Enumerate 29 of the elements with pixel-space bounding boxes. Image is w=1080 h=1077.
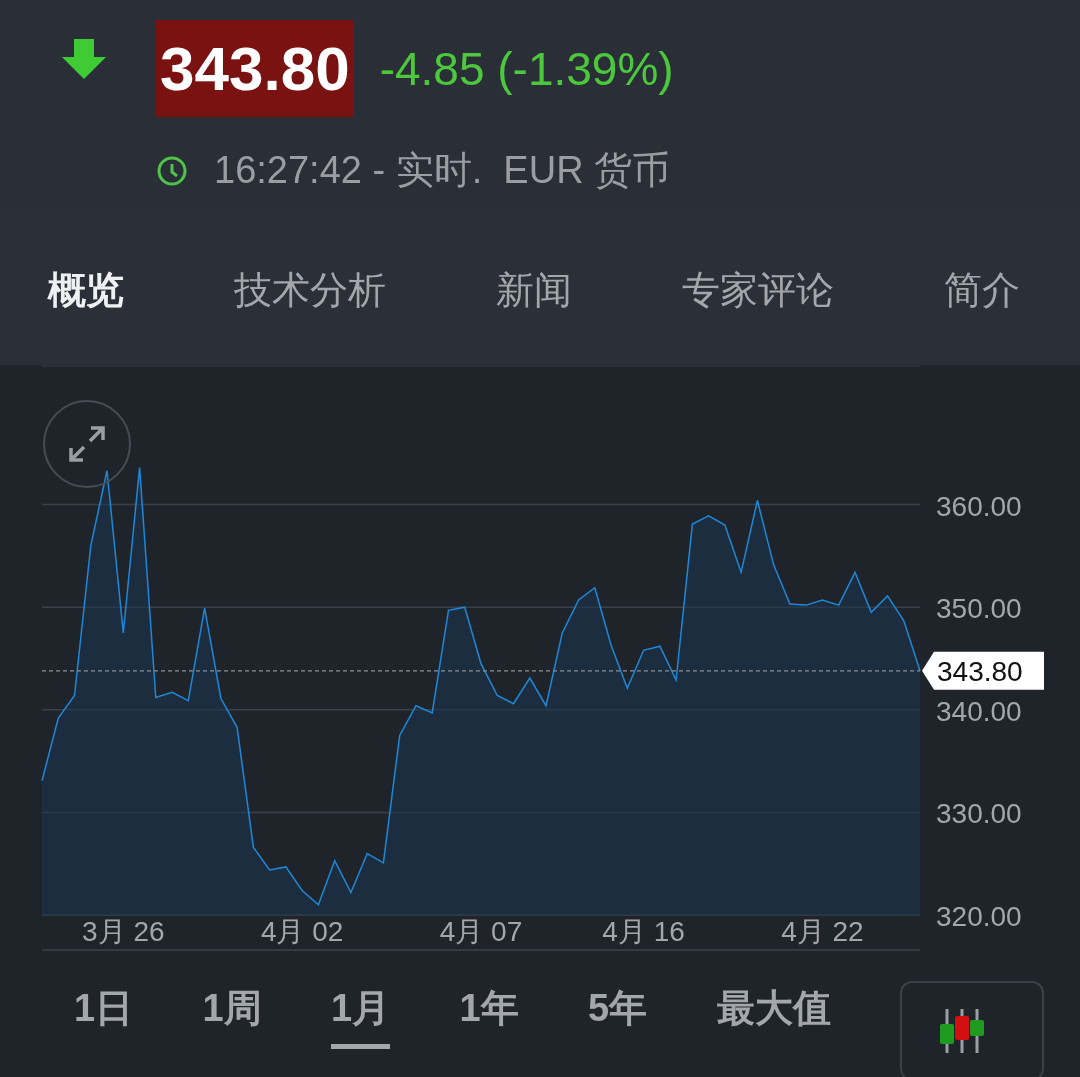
price: 343.80 — [156, 20, 354, 117]
range-tab[interactable]: 1月 — [331, 973, 391, 1049]
expand-button[interactable] — [43, 400, 131, 488]
range-tab[interactable]: 5年 — [588, 973, 648, 1049]
x-axis-label: 4月 02 — [260, 916, 344, 947]
down-arrow-icon — [60, 38, 108, 79]
current-price-tag: 343.80 — [922, 651, 1044, 690]
x-axis-label: 4月 16 — [602, 916, 685, 947]
y-axis-label: 350.00 — [936, 593, 1022, 625]
ref-line-label: 343.80 — [937, 655, 1023, 687]
x-axis-label: 4月 22 — [781, 916, 864, 947]
range-tab[interactable]: 最大值 — [716, 973, 831, 1049]
tab[interactable]: 技术分析 — [234, 264, 386, 316]
range-tab[interactable]: 1周 — [202, 973, 262, 1049]
clock-icon — [156, 154, 188, 187]
y-axis-label: 330.00 — [936, 798, 1022, 830]
y-axis-label: 320.00 — [936, 901, 1022, 933]
range-tab[interactable]: 1日 — [74, 973, 134, 1049]
range-tab[interactable]: 1年 — [459, 973, 519, 1049]
candlestick-button[interactable] — [899, 981, 1044, 1077]
price-change: -4.85 (-1.39%) — [379, 41, 674, 96]
y-axis-label: 340.00 — [936, 695, 1022, 727]
y-axis-label: 360.00 — [936, 490, 1022, 522]
x-axis-label: 3月 26 — [82, 916, 165, 947]
tab[interactable]: 专家评论 — [682, 264, 834, 316]
tab[interactable]: 新闻 — [496, 264, 572, 316]
timestamp: 16:27:42 - 实时. EUR 货币 — [214, 148, 671, 193]
tab[interactable]: 简介 — [944, 264, 1020, 316]
x-axis-label: 4月 07 — [439, 916, 523, 947]
